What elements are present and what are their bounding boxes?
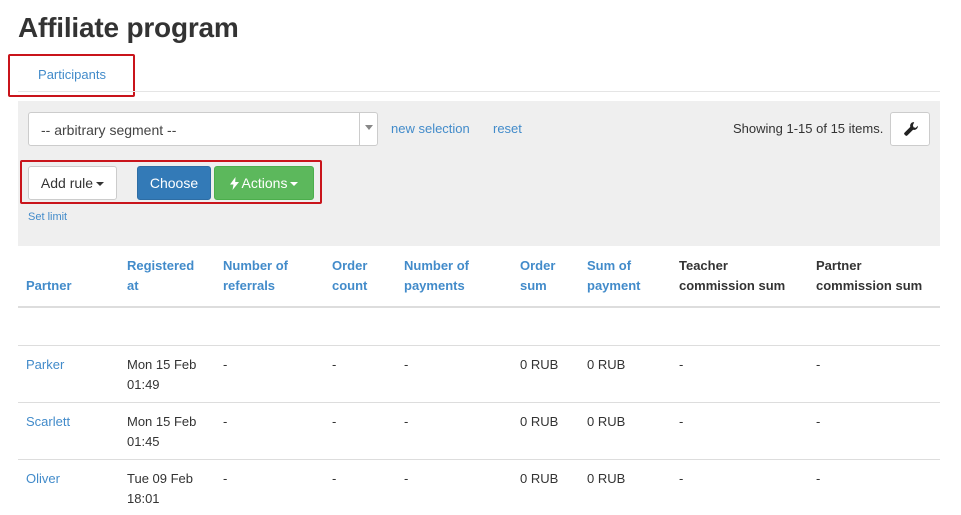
sum-of-payment-cell: 0 RUB xyxy=(579,345,671,403)
caret-down-icon xyxy=(290,182,299,187)
column-header-number-of-referrals[interactable]: Number of referrals xyxy=(215,246,324,308)
teacher-commission-cell: - xyxy=(671,402,808,460)
tab-participants[interactable]: Participants xyxy=(10,56,134,96)
partner-link[interactable]: Parker xyxy=(18,345,119,403)
sum-of-payment-cell: 0 RUB xyxy=(579,402,671,460)
payments-cell: - xyxy=(396,459,512,515)
new-selection-link[interactable]: new selection xyxy=(391,121,470,136)
column-header-registered-at[interactable]: Registered at xyxy=(119,246,215,308)
order-sum-cell: 0 RUB xyxy=(512,402,579,460)
order-count-cell: - xyxy=(324,459,396,515)
chevron-down-icon xyxy=(365,125,373,130)
registered-at-cell: Tue 09 Feb 18:01 xyxy=(119,459,215,515)
column-header-partner[interactable]: Partner xyxy=(18,246,119,308)
order-count-cell: - xyxy=(324,402,396,460)
column-header-partner-commission-sum: Partner commission sum xyxy=(808,246,940,308)
registered-at-cell: Mon 15 Feb 01:49 xyxy=(119,345,215,403)
order-count-cell: - xyxy=(324,345,396,403)
referrals-cell: - xyxy=(215,345,324,403)
segment-select[interactable]: -- arbitrary segment -- xyxy=(28,112,378,146)
participants-table: Partner Registered at Number of referrals … xyxy=(18,246,940,515)
order-sum-cell: 0 RUB xyxy=(512,459,579,515)
table-row: Scarlett Mon 15 Feb 01:45 - - - 0 RUB 0 R… xyxy=(18,402,940,460)
partner-commission-cell: - xyxy=(808,345,940,403)
wrench-icon xyxy=(904,122,918,136)
referrals-cell: - xyxy=(215,402,324,460)
partner-commission-cell: - xyxy=(808,459,940,515)
select-divider xyxy=(359,113,360,145)
column-header-teacher-commission-sum: Teacher commission sum xyxy=(671,246,808,308)
segment-select-value: -- arbitrary segment -- xyxy=(41,122,177,138)
table-row: Parker Mon 15 Feb 01:49 - - - 0 RUB 0 RUB… xyxy=(18,345,940,403)
column-header-sum-of-payment[interactable]: Sum of payment xyxy=(579,246,671,308)
grid-settings-button[interactable] xyxy=(890,112,930,146)
sum-of-payment-cell: 0 RUB xyxy=(579,459,671,515)
caret-down-icon xyxy=(96,182,105,187)
actions-button[interactable]: Actions xyxy=(214,166,314,200)
add-rule-label: Add rule xyxy=(40,175,94,191)
table-header-row: Partner Registered at Number of referrals … xyxy=(18,246,940,308)
referrals-cell: - xyxy=(215,459,324,515)
bolt-icon xyxy=(229,177,239,190)
add-rule-button[interactable]: Add rule xyxy=(28,166,117,200)
partner-link[interactable]: Oliver xyxy=(18,459,119,515)
tabs-divider xyxy=(18,91,940,92)
page-title: Affiliate program xyxy=(18,12,239,43)
column-header-order-sum[interactable]: Order sum xyxy=(512,246,579,308)
teacher-commission-cell: - xyxy=(671,345,808,403)
partner-commission-cell: - xyxy=(808,402,940,460)
table-row: Oliver Tue 09 Feb 18:01 - - - 0 RUB 0 RUB… xyxy=(18,459,940,515)
payments-cell: - xyxy=(396,345,512,403)
items-summary: Showing 1-15 of 15 items. xyxy=(733,121,884,136)
teacher-commission-cell: - xyxy=(671,459,808,515)
column-header-order-count[interactable]: Order count xyxy=(324,246,396,308)
set-limit-link[interactable]: Set limit xyxy=(28,211,67,223)
order-sum-cell: 0 RUB xyxy=(512,345,579,403)
choose-button[interactable]: Choose xyxy=(137,166,211,200)
registered-at-cell: Mon 15 Feb 01:45 xyxy=(119,402,215,460)
payments-cell: - xyxy=(396,402,512,460)
partner-link[interactable]: Scarlett xyxy=(18,402,119,460)
reset-link[interactable]: reset xyxy=(493,121,522,136)
column-header-number-of-payments[interactable]: Number of payments xyxy=(396,246,512,308)
actions-label: Actions xyxy=(241,175,288,191)
table-filter-row xyxy=(18,307,940,346)
